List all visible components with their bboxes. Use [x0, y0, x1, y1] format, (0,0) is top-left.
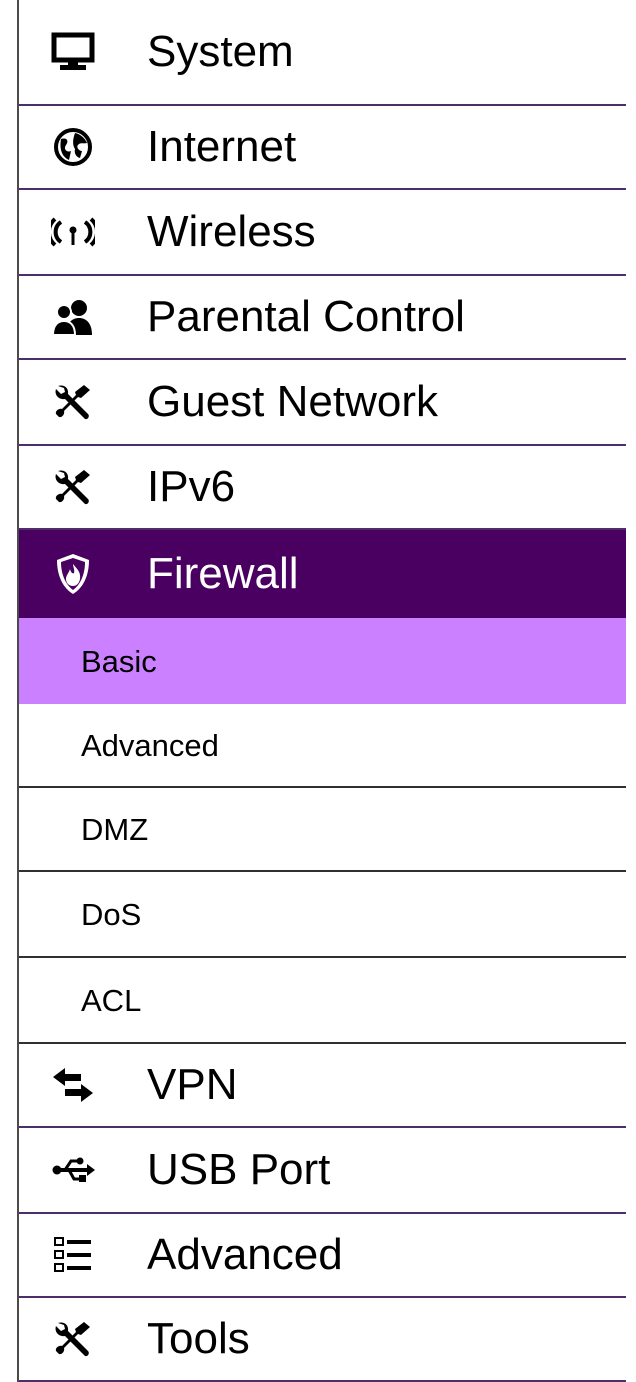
sidebar-item-label: USB Port [147, 1145, 331, 1194]
submenu-item-basic[interactable]: Basic [19, 618, 626, 704]
sidebar-item-usb-port[interactable]: USB Port [19, 1128, 626, 1214]
submenu-item-dmz[interactable]: DMZ [19, 788, 626, 872]
sidebar-item-label: Firewall [147, 549, 299, 598]
usb-icon [51, 1148, 95, 1192]
sidebar-item-label: Parental Control [147, 292, 465, 341]
sidebar-item-label: Wireless [147, 207, 316, 256]
users-icon [51, 295, 95, 339]
exchange-arrows-icon [51, 1063, 95, 1107]
submenu-item-advanced[interactable]: Advanced [19, 704, 626, 788]
sidebar-item-parental-control[interactable]: Parental Control [19, 276, 626, 360]
wireless-signal-icon [51, 210, 95, 254]
submenu-item-label: ACL [81, 982, 142, 1018]
submenu-item-label: Advanced [81, 727, 219, 763]
sidebar-item-vpn[interactable]: VPN [19, 1044, 626, 1128]
sidebar-item-tools[interactable]: Tools [19, 1298, 626, 1382]
sidebar-item-label: Guest Network [147, 377, 438, 426]
sidebar-item-label: VPN [147, 1060, 238, 1109]
submenu-item-dos[interactable]: DoS [19, 872, 626, 958]
submenu-item-label: DoS [81, 896, 142, 932]
tools-icon [51, 465, 95, 509]
sidebar-menu: System Internet Wireless Parental Contro… [0, 0, 636, 1382]
tools-icon [51, 1317, 95, 1361]
sidebar-item-firewall[interactable]: Firewall [19, 530, 626, 618]
tools-icon [51, 380, 95, 424]
list-icon [51, 1233, 95, 1277]
sidebar-item-system[interactable]: System [19, 0, 626, 106]
submenu-item-label: Basic [81, 643, 157, 679]
sidebar-item-label: Internet [147, 122, 297, 171]
sidebar-item-label: Advanced [147, 1230, 343, 1279]
sidebar-item-advanced[interactable]: Advanced [19, 1214, 626, 1298]
globe-icon [51, 125, 95, 169]
sidebar-item-ipv6[interactable]: IPv6 [19, 446, 626, 530]
firewall-shield-icon [51, 552, 95, 596]
sidebar-item-wireless[interactable]: Wireless [19, 190, 626, 276]
sidebar-item-internet[interactable]: Internet [19, 106, 626, 190]
sidebar-item-label: System [147, 27, 294, 76]
monitor-icon [51, 30, 95, 74]
sidebar-item-label: Tools [147, 1314, 250, 1363]
submenu-item-acl[interactable]: ACL [19, 958, 626, 1044]
sidebar-item-label: IPv6 [147, 462, 236, 511]
submenu-item-label: DMZ [81, 811, 149, 847]
sidebar-item-guest-network[interactable]: Guest Network [19, 360, 626, 446]
